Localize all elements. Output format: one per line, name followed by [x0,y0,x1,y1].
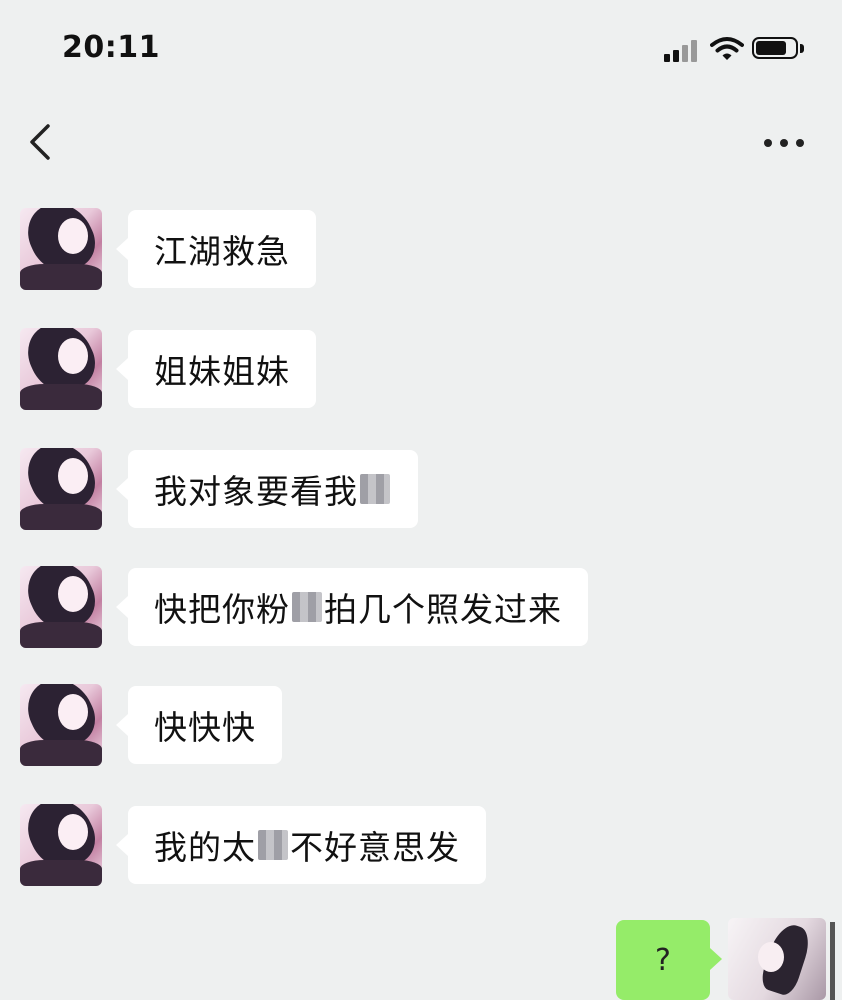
outgoing-message-text: ? [655,942,671,978]
censor-mosaic [258,830,288,860]
message-text: 我对象要看我 [154,472,358,511]
message-row: 我的太 不好意思发 [0,800,842,890]
message-text: 我的太 [154,828,256,867]
contact-avatar[interactable] [20,684,102,766]
message-list: 江湖救急 姐妹姐妹 我对象要看我 快把你粉 拍几个照发过来 快快快 我的太 不好… [0,200,842,1000]
contact-avatar[interactable] [20,566,102,648]
outgoing-message-bubble[interactable]: ? [616,920,722,1000]
message-bubble[interactable]: 快快快 [116,686,282,764]
message-text: 快把你粉 [154,590,290,629]
self-avatar[interactable] [728,918,826,1000]
message-bubble[interactable]: 我的太 不好意思发 [116,806,486,884]
chevron-left-icon[interactable] [26,122,56,162]
message-row: 姐妹姐妹 [0,324,842,414]
cellular-signal-icon [664,40,702,62]
message-row: 快把你粉 拍几个照发过来 [0,562,842,652]
contact-avatar[interactable] [20,328,102,410]
message-text: 不好意思发 [290,828,460,867]
message-row: 快快快 [0,680,842,770]
message-bubble[interactable]: 我对象要看我 [116,450,418,528]
status-bar: 20:11 [0,0,842,100]
message-bubble[interactable]: 江湖救急 [116,210,316,288]
message-text: 姐妹姐妹 [154,352,290,391]
message-bubble[interactable]: 快把你粉 拍几个照发过来 [116,568,588,646]
chat-header [0,108,842,178]
message-text: 拍几个照发过来 [324,590,562,629]
message-row: 江湖救急 [0,204,842,294]
contact-avatar[interactable] [20,448,102,530]
status-time: 20:11 [62,30,160,65]
message-row: 我对象要看我 [0,444,842,534]
censor-mosaic [292,592,322,622]
contact-avatar[interactable] [20,804,102,886]
message-text: 江湖救急 [154,232,290,271]
message-bubble[interactable]: 姐妹姐妹 [116,330,316,408]
contact-avatar[interactable] [20,208,102,290]
wifi-icon [710,37,744,60]
more-dots-icon[interactable] [762,136,806,150]
battery-icon [752,37,808,63]
scroll-indicator [830,922,835,1000]
censor-mosaic [360,474,390,504]
message-text: 快快快 [154,708,256,747]
